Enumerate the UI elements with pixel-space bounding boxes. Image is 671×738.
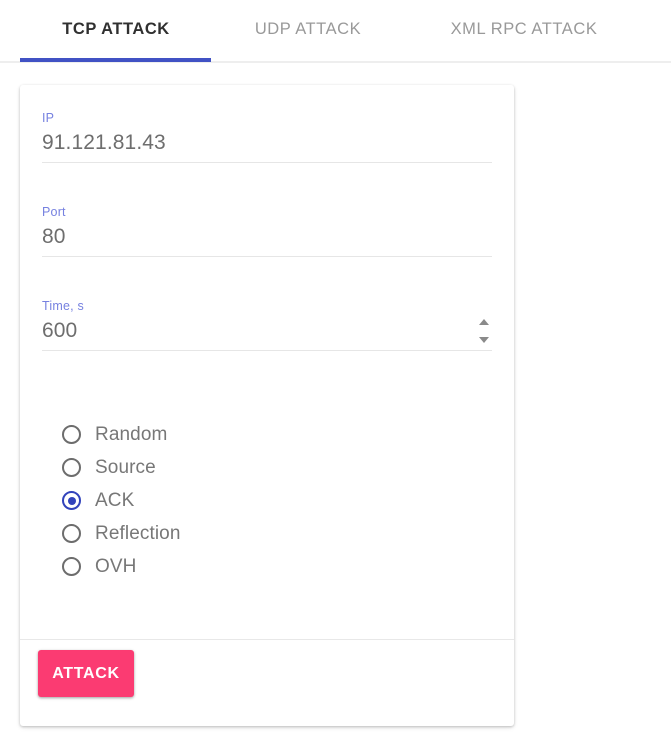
ip-input[interactable]: 91.121.81.43 (42, 126, 492, 160)
radio-option-source-label: Source (95, 457, 156, 478)
attack-form-card: IP 91.121.81.43 Port 80 Time, s 600 Rand… (20, 85, 514, 726)
stepper-down-icon[interactable] (479, 337, 489, 343)
field-ip: IP 91.121.81.43 (42, 111, 492, 163)
radio-option-ovh[interactable]: OVH (62, 550, 181, 583)
radio-option-random[interactable]: Random (62, 418, 181, 451)
tab-udp-attack[interactable]: UDP ATTACK (212, 0, 404, 58)
radio-option-random-label: Random (95, 424, 168, 445)
radio-option-reflection-label: Reflection (95, 523, 181, 544)
radio-option-ovh-label: OVH (95, 556, 137, 577)
field-ip-value-row: 91.121.81.43 (42, 126, 492, 162)
radio-option-ack-label: ACK (95, 490, 135, 511)
time-stepper[interactable] (478, 317, 490, 345)
field-time-value-row: 600 (42, 314, 492, 350)
radio-unchecked-icon[interactable] (62, 524, 81, 543)
field-ip-underline (42, 162, 492, 163)
attack-form-body: IP 91.121.81.43 Port 80 Time, s 600 Rand… (20, 85, 514, 639)
field-time: Time, s 600 (42, 299, 492, 351)
tab-bar: TCP ATTACK UDP ATTACK XML RPC ATTACK (0, 0, 671, 63)
stepper-up-icon[interactable] (479, 319, 489, 325)
radio-checked-icon[interactable] (62, 491, 81, 510)
port-input[interactable]: 80 (42, 220, 492, 254)
active-tab-indicator (20, 58, 211, 62)
radio-option-reflection[interactable]: Reflection (62, 517, 181, 550)
tab-xml-rpc-attack[interactable]: XML RPC ATTACK (404, 0, 644, 58)
radio-unchecked-icon[interactable] (62, 557, 81, 576)
field-port-label: Port (42, 205, 66, 219)
time-input[interactable]: 600 (42, 314, 492, 348)
tab-tcp-attack[interactable]: TCP ATTACK (20, 0, 212, 58)
radio-unchecked-icon[interactable] (62, 458, 81, 477)
radio-unchecked-icon[interactable] (62, 425, 81, 444)
radio-option-ack[interactable]: ACK (62, 484, 181, 517)
attack-mode-radio-group: Random Source ACK Reflection OVH (62, 418, 181, 583)
field-port: Port 80 (42, 205, 492, 257)
attack-form-footer: ATTACK (20, 640, 514, 726)
field-port-underline (42, 256, 492, 257)
field-time-label: Time, s (42, 299, 84, 313)
field-time-underline (42, 350, 492, 351)
radio-option-source[interactable]: Source (62, 451, 181, 484)
attack-button[interactable]: ATTACK (38, 650, 134, 697)
field-port-value-row: 80 (42, 220, 492, 256)
field-ip-label: IP (42, 111, 55, 125)
